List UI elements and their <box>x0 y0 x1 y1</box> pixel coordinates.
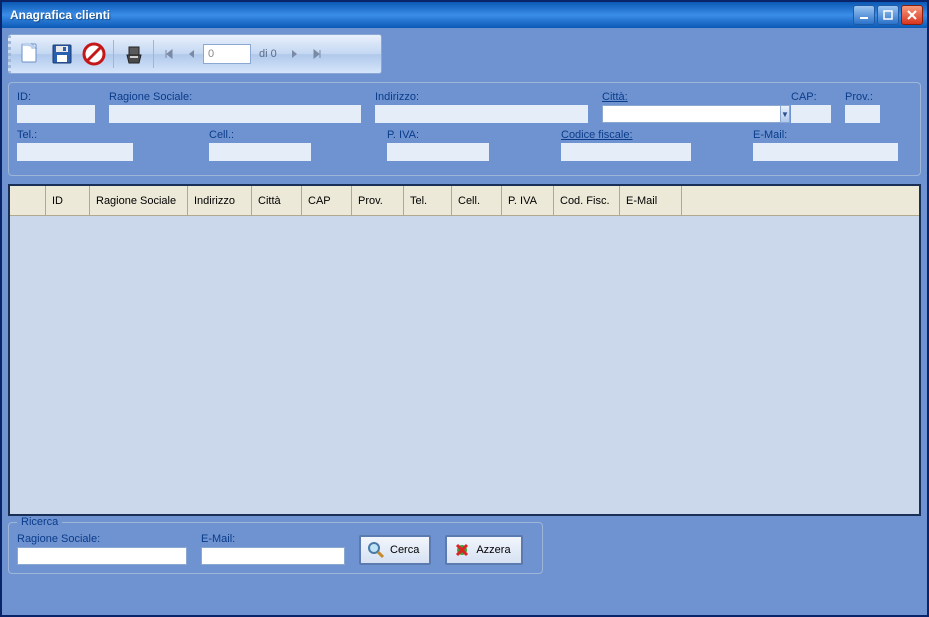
chevron-down-icon: ▼ <box>781 110 789 119</box>
first-icon <box>164 49 174 59</box>
client-area: di 0 ID: Ragione Sociale: Indirizzo: <box>2 28 927 580</box>
id-label: ID: <box>17 91 95 103</box>
col-email[interactable]: E-Mail <box>620 186 682 215</box>
search-button-label: Cerca <box>390 544 419 556</box>
print-button[interactable] <box>119 39 149 69</box>
prov-label: Prov.: <box>845 91 880 103</box>
minimize-button[interactable] <box>853 5 875 25</box>
nav-position-input[interactable] <box>203 44 251 64</box>
separator <box>113 40 115 68</box>
prev-button[interactable] <box>181 41 201 67</box>
email-field[interactable] <box>753 143 898 161</box>
forbidden-icon <box>81 41 107 67</box>
ragione-field[interactable] <box>109 105 361 123</box>
search-button[interactable]: Cerca <box>359 535 431 565</box>
window: Anagrafica clienti <box>0 0 929 617</box>
search-panel: Ricerca Ragione Sociale: E-Mail: Cerca <box>8 522 543 574</box>
window-title: Anagrafica clienti <box>10 8 853 22</box>
close-button[interactable] <box>901 5 923 25</box>
cell-label: Cell.: <box>209 129 311 141</box>
last-button[interactable] <box>307 41 327 67</box>
col-indirizzo[interactable]: Indirizzo <box>188 186 252 215</box>
search-title: Ricerca <box>17 516 62 528</box>
col-codfisc[interactable]: Cod. Fisc. <box>554 186 620 215</box>
reset-button[interactable]: Azzera <box>445 535 522 565</box>
floppy-icon <box>49 41 75 67</box>
tel-label: Tel.: <box>17 129 133 141</box>
col-piva[interactable]: P. IVA <box>502 186 554 215</box>
close-icon <box>907 10 917 20</box>
citta-dropdown-button[interactable]: ▼ <box>781 105 790 123</box>
printer-icon <box>121 41 147 67</box>
col-cap[interactable]: CAP <box>302 186 352 215</box>
citta-field[interactable] <box>602 105 781 123</box>
email-label: E-Mail: <box>753 129 898 141</box>
citta-combo: ▼ <box>602 105 777 123</box>
indirizzo-label: Indirizzo: <box>375 91 588 103</box>
col-cell[interactable]: Cell. <box>452 186 502 215</box>
maximize-icon <box>883 10 893 20</box>
col-id[interactable]: ID <box>46 186 90 215</box>
codfisc-label: Codice fiscale: <box>561 129 691 141</box>
search-ragione-label: Ragione Sociale: <box>17 533 187 545</box>
codfisc-field[interactable] <box>561 143 691 161</box>
col-prov[interactable]: Prov. <box>352 186 404 215</box>
next-button[interactable] <box>285 41 305 67</box>
cap-field[interactable] <box>791 105 831 123</box>
search-email-field[interactable] <box>201 547 345 565</box>
last-icon <box>312 49 322 59</box>
toolbar: di 0 <box>8 34 382 74</box>
window-buttons <box>853 5 923 25</box>
form-panel: ID: Ragione Sociale: Indirizzo: Città: <box>8 82 921 176</box>
prev-icon <box>187 49 195 59</box>
col-selector[interactable] <box>10 186 46 215</box>
cell-field[interactable] <box>209 143 311 161</box>
magnifier-icon <box>367 541 385 559</box>
cap-label: CAP: <box>791 91 831 103</box>
nav-total-label: di 0 <box>253 48 283 60</box>
reset-icon <box>453 541 471 559</box>
cancel-button[interactable] <box>79 39 109 69</box>
new-button[interactable] <box>15 39 45 69</box>
ragione-label: Ragione Sociale: <box>109 91 361 103</box>
minimize-icon <box>859 10 869 20</box>
grid-header: ID Ragione Sociale Indirizzo Città CAP P… <box>10 186 919 216</box>
maximize-button[interactable] <box>877 5 899 25</box>
col-citta[interactable]: Città <box>252 186 302 215</box>
titlebar[interactable]: Anagrafica clienti <box>2 2 927 28</box>
separator <box>153 40 155 68</box>
document-icon <box>17 41 43 67</box>
search-email-label: E-Mail: <box>201 533 345 545</box>
next-icon <box>291 49 299 59</box>
col-tel[interactable]: Tel. <box>404 186 452 215</box>
citta-label: Città: <box>602 91 777 103</box>
piva-field[interactable] <box>387 143 489 161</box>
indirizzo-field[interactable] <box>375 105 588 123</box>
prov-field[interactable] <box>845 105 880 123</box>
first-button[interactable] <box>159 41 179 67</box>
reset-button-label: Azzera <box>476 544 510 556</box>
id-field[interactable] <box>17 105 95 123</box>
col-ragione[interactable]: Ragione Sociale <box>90 186 188 215</box>
save-button[interactable] <box>47 39 77 69</box>
tel-field[interactable] <box>17 143 133 161</box>
data-grid[interactable]: ID Ragione Sociale Indirizzo Città CAP P… <box>8 184 921 516</box>
search-ragione-field[interactable] <box>17 547 187 565</box>
piva-label: P. IVA: <box>387 129 489 141</box>
